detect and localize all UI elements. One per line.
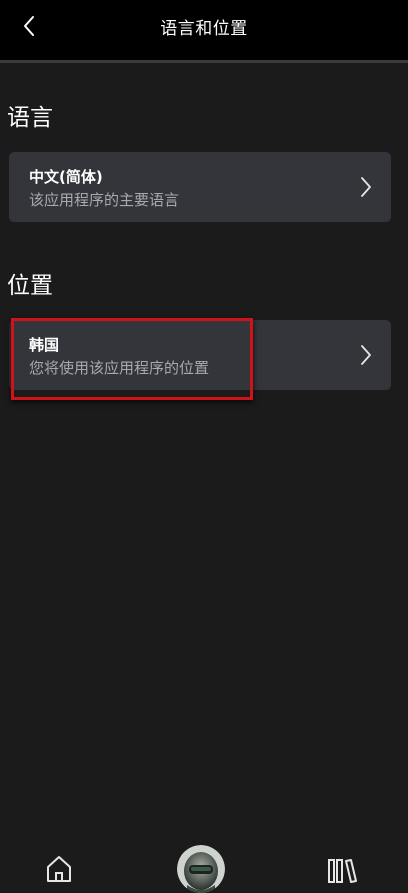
language-setting-card[interactable]: 中文(简体) 该应用程序的主要语言 — [9, 152, 391, 222]
avatar-image — [177, 845, 225, 893]
language-value: 中文(简体) — [29, 168, 103, 186]
header-divider — [0, 60, 408, 63]
location-value: 韩国 — [29, 336, 60, 354]
avatar[interactable] — [177, 845, 225, 893]
language-description: 该应用程序的主要语言 — [29, 191, 180, 209]
top-app-bar: 语言和位置 — [0, 0, 408, 60]
bottom-navigation-bar — [0, 828, 408, 893]
home-icon[interactable] — [45, 854, 73, 882]
page-title: 语言和位置 — [160, 19, 248, 39]
location-setting-card[interactable]: 韩国 您将使用该应用程序的位置 — [9, 320, 391, 390]
chevron-right-icon — [361, 345, 371, 365]
location-description: 您将使用该应用程序的位置 — [29, 359, 210, 377]
chevron-right-icon — [361, 177, 371, 197]
language-section-heading: 语言 — [7, 105, 53, 131]
location-section-heading: 位置 — [7, 273, 53, 299]
